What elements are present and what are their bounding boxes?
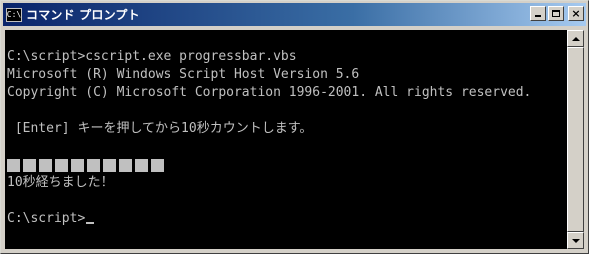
arrow-up-icon xyxy=(571,36,580,41)
prompt-text: C:\script> xyxy=(7,211,86,226)
maximize-button[interactable] xyxy=(548,6,564,21)
scroll-thumb[interactable] xyxy=(567,47,584,232)
progress-block xyxy=(87,158,100,172)
close-button[interactable]: × xyxy=(568,6,584,21)
window-title: コマンド プロンプト xyxy=(26,8,140,22)
arrow-down-icon xyxy=(571,238,580,243)
vertical-scrollbar[interactable] xyxy=(567,30,584,249)
progress-block xyxy=(151,158,164,172)
console-line: Microsoft (R) Windows Script Host Versio… xyxy=(7,67,360,82)
maximize-icon xyxy=(552,10,560,17)
progress-block xyxy=(39,158,52,172)
command-prompt-window: C:\ コマンド プロンプト × C:\script>cscript.exe p… xyxy=(0,0,589,254)
scroll-down-button[interactable] xyxy=(567,232,584,249)
title-bar[interactable]: C:\ コマンド プロンプト × xyxy=(3,3,586,26)
progress-block xyxy=(119,158,132,172)
close-icon: × xyxy=(571,7,581,20)
progress-block xyxy=(135,158,148,172)
scroll-up-button[interactable] xyxy=(567,30,584,47)
text-cursor xyxy=(86,222,95,224)
command-prompt-icon[interactable]: C:\ xyxy=(6,7,22,22)
prompt-line: C:\script> xyxy=(7,210,567,228)
minimize-icon xyxy=(535,15,541,17)
progress-bar xyxy=(7,156,567,174)
console-output[interactable]: C:\script>cscript.exe progressbar.vbs Mi… xyxy=(5,30,567,249)
progress-block xyxy=(103,158,116,172)
progress-block xyxy=(71,158,84,172)
console-line: 10秒経ちました！ xyxy=(7,175,114,190)
progress-block xyxy=(7,158,20,172)
progress-block xyxy=(55,158,68,172)
console-line: Copyright (C) Microsoft Corporation 1996… xyxy=(7,85,532,100)
minimize-button[interactable] xyxy=(530,6,546,21)
console-line: C:\script>cscript.exe progressbar.vbs xyxy=(7,49,297,64)
window-controls: × xyxy=(530,6,584,21)
progress-block xyxy=(23,158,36,172)
console-line: [Enter] キーを押してから10秒カウントします。 xyxy=(7,121,313,136)
